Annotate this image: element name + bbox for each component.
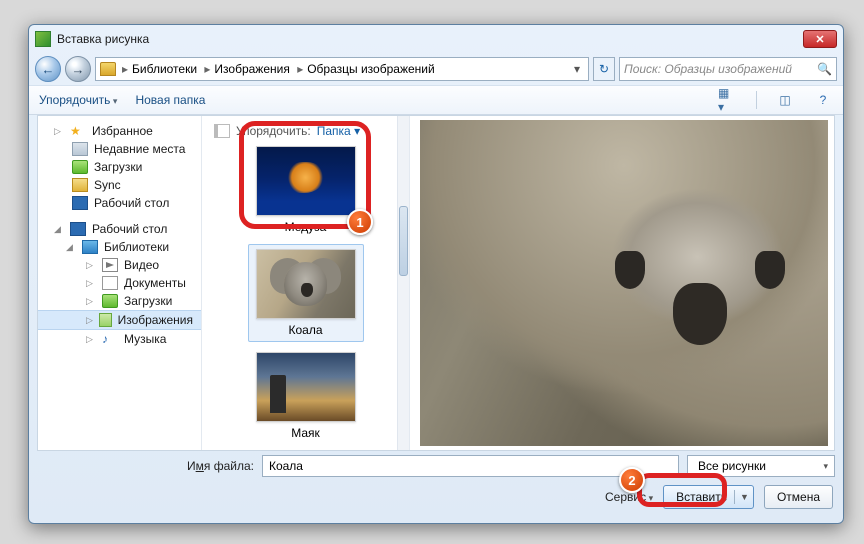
nav-row: ← → ▸Библиотеки ▸Изображения ▸Образцы из… <box>29 53 843 85</box>
thumb-lighthouse[interactable]: Маяк <box>248 352 364 440</box>
image-icon <box>99 313 111 327</box>
scrollbar-thumb[interactable] <box>399 206 408 276</box>
toolbar: Упорядочить Новая папка ▦ ▾ ◫ ? <box>29 85 843 115</box>
monitor-icon <box>72 196 88 210</box>
thumb-koala-image <box>256 249 356 319</box>
footer: Имя файла: Коала Все рисунки Сервис Вста… <box>37 455 835 517</box>
refresh-button[interactable]: ↻ <box>593 57 615 81</box>
titlebar[interactable]: Вставка рисунка ✕ <box>29 25 843 53</box>
sidebar-item-documents[interactable]: ▷Документы <box>38 274 201 292</box>
arrange-value[interactable]: Папка ▾ <box>317 124 360 138</box>
annotation-badge-1: 1 <box>347 209 373 235</box>
preview-image <box>420 120 828 446</box>
window-title: Вставка рисунка <box>57 32 803 46</box>
insert-button[interactable]: Вставить▼ <box>663 485 754 509</box>
annotation-badge-2: 2 <box>619 467 645 493</box>
arrange-label: Упорядочить: <box>236 124 311 138</box>
nav-forward-button[interactable]: → <box>65 56 91 82</box>
thumb-koala-label: Коала <box>249 323 363 337</box>
music-icon: ♪ <box>102 332 118 346</box>
sidebar-item-music[interactable]: ▷♪Музыка <box>38 330 201 348</box>
sidebar-item-desktop[interactable]: Рабочий стол <box>38 194 201 212</box>
preview-pane <box>410 116 834 450</box>
view-mode-button[interactable]: ▦ ▾ <box>718 91 738 109</box>
thumbnail-list: Упорядочить: Папка ▾ Медуза Коала Маяк <box>202 116 410 450</box>
search-input[interactable]: Поиск: Образцы изображений 🔍 <box>619 57 837 81</box>
sidebar: ▷★ Избранное Недавние места Загрузки Syn… <box>38 116 202 450</box>
nav-back-button[interactable]: ← <box>35 56 61 82</box>
thumb-lighthouse-image <box>256 352 356 422</box>
download-icon <box>72 160 88 174</box>
cancel-button[interactable]: Отмена <box>764 485 833 509</box>
dialog-window: Вставка рисунка ✕ ← → ▸Библиотеки ▸Изобр… <box>28 24 844 524</box>
content-area: ▷★ Избранное Недавние места Загрузки Syn… <box>37 115 835 451</box>
app-icon <box>35 31 51 47</box>
star-icon: ★ <box>70 124 86 138</box>
recent-icon <box>72 142 88 156</box>
path-dropdown-icon[interactable]: ▾ <box>570 62 584 76</box>
sidebar-item-downloads2[interactable]: ▷Загрузки <box>38 292 201 310</box>
sidebar-desktop-header[interactable]: ◢ Рабочий стол <box>38 220 201 238</box>
sidebar-item-images[interactable]: ▷Изображения <box>38 310 201 330</box>
organize-menu[interactable]: Упорядочить <box>39 93 117 107</box>
sidebar-item-downloads[interactable]: Загрузки <box>38 158 201 176</box>
library-icon <box>82 240 98 254</box>
document-icon <box>102 276 118 290</box>
sidebar-item-sync[interactable]: Sync <box>38 176 201 194</box>
breadcrumb[interactable]: ▸Библиотеки ▸Изображения ▸Образцы изобра… <box>120 62 437 76</box>
sidebar-item-video[interactable]: ▷Видео <box>38 256 201 274</box>
filename-label: Имя файла: <box>187 459 254 473</box>
sidebar-item-recent[interactable]: Недавние места <box>38 140 201 158</box>
folder-icon <box>100 62 116 76</box>
search-icon: 🔍 <box>817 62 832 76</box>
separator <box>756 91 757 109</box>
arrange-bar: Упорядочить: Папка ▾ <box>210 122 401 146</box>
sidebar-libraries-header[interactable]: ◢ Библиотеки <box>38 238 201 256</box>
new-folder-button[interactable]: Новая папка <box>135 93 205 107</box>
chevron-down-icon[interactable]: ▼ <box>740 492 749 502</box>
sync-icon <box>72 178 88 192</box>
sidebar-favorites-header[interactable]: ▷★ Избранное <box>38 122 201 140</box>
monitor-icon <box>70 222 86 236</box>
download-icon <box>102 294 118 308</box>
thumb-jellyfish-image <box>256 146 356 216</box>
video-icon <box>102 258 118 272</box>
search-placeholder: Поиск: Образцы изображений <box>624 62 792 76</box>
breadcrumb-bar[interactable]: ▸Библиотеки ▸Изображения ▸Образцы изобра… <box>95 57 589 81</box>
filetype-dropdown[interactable]: Все рисунки <box>687 455 835 477</box>
library-header-icon <box>214 124 230 138</box>
help-button[interactable]: ? <box>813 91 833 109</box>
preview-pane-button[interactable]: ◫ <box>775 91 795 109</box>
close-button[interactable]: ✕ <box>803 30 837 48</box>
thumb-lighthouse-label: Маяк <box>248 426 364 440</box>
filename-input[interactable]: Коала <box>262 455 679 477</box>
thumb-koala[interactable]: Коала <box>248 244 364 342</box>
thumb-scrollbar[interactable] <box>397 116 409 450</box>
